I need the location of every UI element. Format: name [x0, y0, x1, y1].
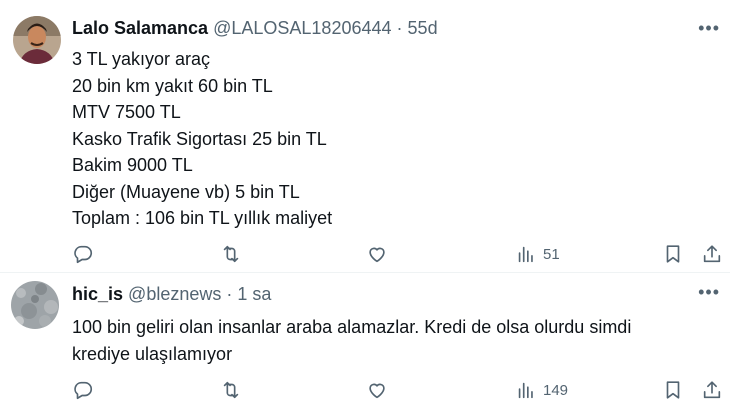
- user-handle[interactable]: @bleznews: [128, 284, 221, 304]
- share-button[interactable]: [701, 376, 723, 404]
- tweet[interactable]: Lalo Salamanca @LALOSAL18206444 · 55d ••…: [0, 0, 730, 273]
- display-name[interactable]: hic_is: [72, 284, 123, 304]
- like-button[interactable]: [366, 376, 388, 404]
- display-name[interactable]: Lalo Salamanca: [72, 18, 208, 38]
- share-icon: [703, 245, 721, 263]
- bookmark-button[interactable]: [662, 240, 684, 268]
- user-handle[interactable]: @LALOSAL18206444: [213, 18, 391, 38]
- avatar[interactable]: [11, 281, 59, 329]
- reply-button[interactable]: [72, 240, 94, 268]
- tweet[interactable]: hic_is @bleznews · 1 sa ••• 100 bin geli…: [0, 272, 730, 420]
- views-icon: [518, 246, 533, 263]
- retweet-button[interactable]: [220, 240, 242, 268]
- tweet-line: krediye ulaşılamıyor: [72, 343, 233, 364]
- tweet-text: 3 TL yakıyor araç 20 bin km yakıt 60 bin…: [72, 46, 332, 232]
- avatar[interactable]: [13, 16, 61, 64]
- more-options-icon[interactable]: •••: [698, 18, 720, 39]
- retweet-icon: [223, 245, 239, 263]
- share-button[interactable]: [701, 240, 723, 268]
- tweet-line: Diğer (Muayene vb) 5 bin TL: [72, 181, 300, 202]
- reply-icon: [74, 245, 93, 264]
- tweet-actions: 51: [0, 240, 730, 268]
- separator-dot: ·: [396, 18, 403, 38]
- views-count: 51: [543, 245, 560, 263]
- tweet-line: Toplam : 106 bin TL yıllık maliyet: [72, 208, 333, 228]
- reply-button[interactable]: [72, 376, 94, 404]
- tweet-line: 3 TL yakıyor araç: [72, 49, 211, 69]
- bookmark-button[interactable]: [662, 376, 684, 404]
- share-icon: [703, 381, 721, 399]
- tweet-line: 20 bin km yakıt 60 bin TL: [72, 75, 273, 96]
- tweet-line: Bakim 9000 TL: [72, 155, 193, 175]
- views-icon: [518, 382, 533, 399]
- timestamp[interactable]: 1 sa: [237, 284, 271, 304]
- retweet-icon: [223, 381, 239, 399]
- tweet-text: 100 bin geliri olan insanlar araba alama…: [72, 314, 631, 367]
- tweet-actions: 149: [0, 376, 730, 404]
- more-options-icon[interactable]: •••: [698, 282, 720, 303]
- views-button[interactable]: 51: [515, 240, 560, 268]
- views-count: 149: [543, 381, 569, 399]
- tweet-line: Kasko Trafik Sigortası 25 bin TL: [72, 128, 327, 149]
- reply-icon: [74, 381, 93, 400]
- tweet-line: 100 bin geliri olan insanlar araba alama…: [72, 317, 632, 337]
- timestamp[interactable]: 55d: [408, 18, 438, 38]
- retweet-button[interactable]: [220, 376, 242, 404]
- heart-icon: [369, 383, 385, 399]
- bookmark-icon: [666, 245, 680, 263]
- bookmark-icon: [666, 381, 680, 399]
- tweet-header: hic_is @bleznews · 1 sa: [72, 284, 271, 305]
- tweet-line: MTV 7500 TL: [72, 102, 181, 122]
- separator-dot: ·: [226, 284, 233, 304]
- heart-icon: [369, 247, 385, 263]
- views-button[interactable]: 149: [515, 376, 568, 404]
- like-button[interactable]: [366, 240, 388, 268]
- tweet-header: Lalo Salamanca @LALOSAL18206444 · 55d: [72, 18, 438, 39]
